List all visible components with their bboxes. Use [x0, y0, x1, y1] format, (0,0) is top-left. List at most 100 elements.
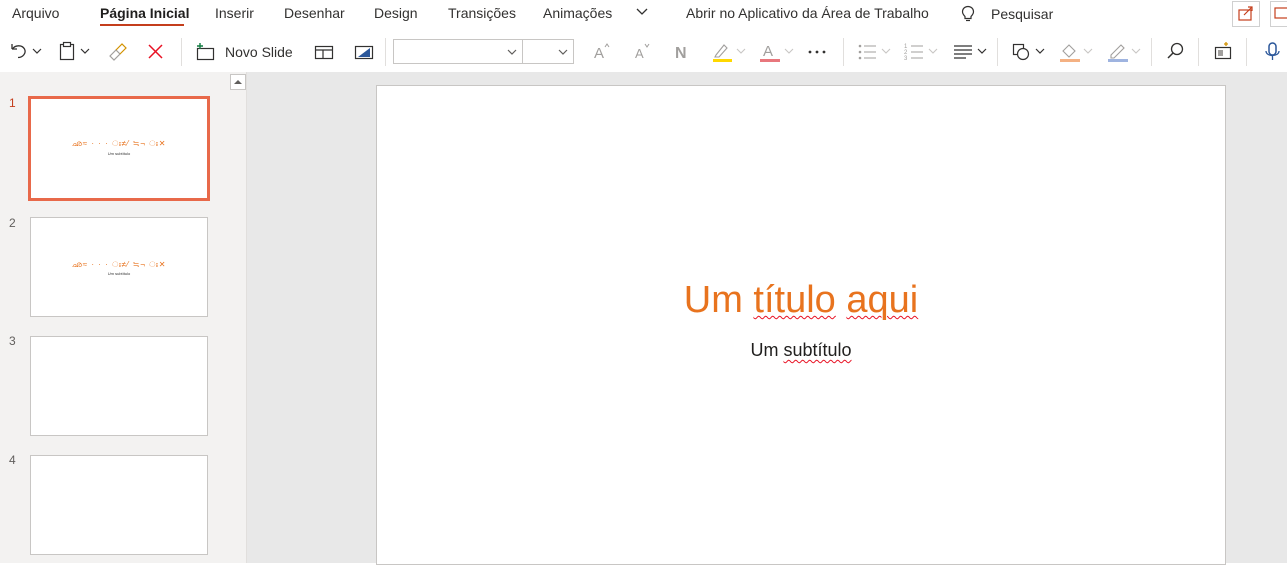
thumbnail-title: ഛ≈ · · · ഃ≠⁄ ≒¬ ഃ✕ — [71, 139, 167, 148]
numbering-button[interactable]: 1 2 3 — [903, 40, 941, 64]
paintbrush-icon — [109, 43, 127, 61]
new-slide-icon — [196, 43, 215, 61]
share-button[interactable] — [1232, 1, 1260, 27]
background-button[interactable] — [353, 40, 375, 64]
ribbon-tab-bar: Arquivo Página Inicial Inserir Desenhar … — [0, 0, 1287, 30]
title-space — [836, 279, 847, 321]
slide-thumbnail[interactable]: ഛ≈ · · · ഃ≠⁄ ≒¬ ഃ✕ Um subtítulo — [28, 96, 210, 201]
title-word-misspelled: título — [753, 279, 836, 321]
slide-title[interactable]: Um título aqui — [377, 279, 1225, 322]
active-tab-indicator — [100, 24, 184, 26]
shapes-button[interactable] — [1010, 40, 1048, 64]
ribbon-separator — [843, 38, 844, 66]
font-color-icon: A — [760, 43, 794, 62]
tab-inserir[interactable]: Inserir — [215, 5, 254, 21]
tab-pagina-inicial[interactable]: Página Inicial — [100, 5, 189, 21]
subtitle-word: Um — [750, 340, 784, 360]
ribbon-toolbar: Novo Slide A A N A 1 2 3 — [0, 30, 1287, 73]
svg-text:A: A — [594, 45, 604, 62]
svg-text:N: N — [675, 45, 687, 62]
thumbnail-subtitle: Um subtítulo — [107, 151, 131, 156]
svg-text:A: A — [635, 46, 644, 61]
font-name-select[interactable] — [393, 39, 523, 64]
title-word: Um — [683, 279, 754, 321]
lightbulb-icon — [961, 5, 975, 22]
font-color-button[interactable]: A — [759, 40, 797, 64]
ribbon-separator — [997, 38, 998, 66]
slide-number: 2 — [9, 216, 16, 230]
microphone-icon — [1265, 42, 1280, 60]
paste-button[interactable] — [57, 40, 93, 64]
ribbon-separator — [1151, 38, 1152, 66]
ribbon-separator — [181, 38, 182, 66]
highlighter-icon — [713, 44, 746, 62]
dictate-button[interactable] — [1262, 40, 1284, 64]
layout-icon — [314, 45, 334, 60]
share-icon — [1238, 6, 1253, 21]
open-desktop-app-link[interactable]: Abrir no Aplicativo da Área de Trabalho — [686, 5, 929, 21]
new-slide-label[interactable]: Novo Slide — [225, 44, 293, 60]
chevron-down-icon — [507, 49, 517, 55]
shape-fill-button[interactable] — [1058, 40, 1096, 64]
comments-button[interactable] — [1270, 1, 1287, 27]
slide-thumbnail[interactable] — [30, 336, 208, 436]
title-word-misspelled: aqui — [846, 279, 919, 321]
highlight-button[interactable] — [710, 40, 748, 64]
subtitle-word-misspelled: subtítulo — [783, 340, 852, 360]
thumbnail-title: ഛ≈ · · · ഃ≠⁄ ≒¬ ഃ✕ — [71, 260, 167, 269]
current-slide[interactable]: Um título aqui Um subtítulo — [376, 85, 1226, 565]
grow-font-button[interactable]: A — [591, 40, 613, 64]
comment-icon — [1274, 7, 1287, 19]
slide-number: 4 — [9, 453, 16, 467]
svg-text:3: 3 — [904, 56, 908, 62]
chevron-down-icon — [558, 49, 568, 55]
bullet-list-icon — [858, 44, 891, 60]
ribbon-separator — [1198, 38, 1199, 66]
slide-thumbnail[interactable]: ഛ≈ · · · ഃ≠⁄ ≒¬ ഃ✕ Um subtítulo — [30, 217, 208, 317]
slide-number: 3 — [9, 334, 16, 348]
bold-icon: N — [675, 45, 687, 62]
designer-icon — [1214, 42, 1232, 60]
caret-up-icon — [234, 80, 242, 84]
slide-number: 1 — [9, 96, 16, 110]
find-button[interactable] — [1165, 40, 1187, 64]
tab-transicoes[interactable]: Transições — [448, 5, 516, 21]
shrink-font-button[interactable]: A — [632, 40, 654, 64]
close-icon — [148, 44, 163, 59]
pen-outline-icon — [1108, 44, 1141, 62]
thumbnail-subtitle: Um subtítulo — [107, 271, 131, 276]
bold-button[interactable]: N — [672, 40, 692, 64]
new-slide-button[interactable] — [193, 40, 221, 64]
delete-button[interactable] — [145, 40, 167, 64]
scroll-up-button[interactable] — [230, 74, 246, 90]
format-painter-button[interactable] — [106, 40, 128, 64]
svg-text:A: A — [763, 43, 773, 60]
shrink-font-icon: A — [635, 43, 650, 61]
more-icon — [808, 50, 826, 54]
tab-animacoes[interactable]: Animações — [543, 5, 612, 21]
tab-arquivo[interactable]: Arquivo — [12, 5, 59, 21]
search-icon — [1167, 42, 1184, 59]
grow-font-icon: A — [594, 43, 610, 62]
align-button[interactable] — [952, 40, 990, 64]
more-options-button[interactable] — [806, 40, 828, 64]
shape-outline-button[interactable] — [1106, 40, 1144, 64]
font-size-select[interactable] — [522, 39, 574, 64]
slide-subtitle[interactable]: Um subtítulo — [377, 340, 1225, 361]
layout-button[interactable] — [313, 40, 335, 64]
undo-button[interactable] — [8, 40, 46, 64]
bullets-button[interactable] — [856, 40, 894, 64]
tab-design[interactable]: Design — [374, 5, 418, 21]
shapes-icon — [1012, 43, 1045, 61]
numbered-list-icon: 1 2 3 — [904, 44, 938, 62]
ribbon-separator — [1246, 38, 1247, 66]
tab-desenhar[interactable]: Desenhar — [284, 5, 345, 21]
paint-bucket-icon — [1060, 44, 1093, 62]
designer-button[interactable] — [1212, 40, 1234, 64]
ribbon-separator — [385, 38, 386, 66]
more-tabs-chevron-icon[interactable] — [634, 4, 650, 20]
background-icon — [354, 45, 374, 60]
search-label: Pesquisar — [991, 6, 1054, 22]
slide-thumbnail[interactable] — [30, 455, 208, 555]
slide-thumbnail-pane[interactable]: 1 ഛ≈ · · · ഃ≠⁄ ≒¬ ഃ✕ Um subtítulo 2 ഛ≈ ·… — [0, 72, 247, 563]
